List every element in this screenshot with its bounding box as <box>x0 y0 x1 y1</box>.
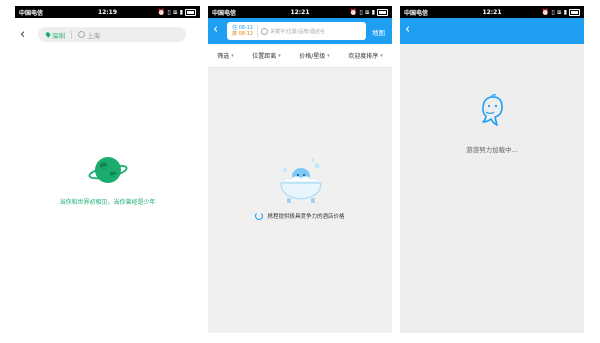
map-button[interactable]: 地图 <box>372 27 385 37</box>
screen-hotel-list: 中国电信 12:21 ⏰ ▯ ≋ ▮ ‹ 住 08-11 离 08-12 关键字… <box>208 6 392 333</box>
battery-icon <box>569 8 580 16</box>
alarm-icon: ⏰ <box>349 8 358 16</box>
filter-label: 筛选 <box>217 53 230 60</box>
vibrate-icon: ▯ <box>551 8 555 16</box>
top-bar: ‹ 深圳 上海 <box>15 25 200 45</box>
filter-screen[interactable]: 筛选 ▾ <box>217 51 234 61</box>
vibrate-icon: ▯ <box>167 8 171 16</box>
from-city[interactable]: 深圳 <box>44 30 65 40</box>
vibrate-icon: ▯ <box>359 8 363 16</box>
alarm-icon: ⏰ <box>157 8 166 16</box>
search-icon <box>78 31 85 38</box>
date-range[interactable]: 住 08-11 离 08-12 <box>232 25 254 37</box>
screen-city-picker: 中国电信 12:19 ⏰ ▯ ≋ ▮ ‹ 深圳 上海 当你和世界初相见，当你曾经… <box>15 6 200 333</box>
filter-label: 位置距离 <box>252 53 277 60</box>
back-icon[interactable]: ‹ <box>405 23 410 37</box>
divider <box>257 25 258 37</box>
from-city-label: 深圳 <box>52 31 65 40</box>
chevron-down-icon: ▾ <box>278 52 281 59</box>
planet-illustration <box>88 157 128 183</box>
wifi-icon: ≋ <box>172 8 178 16</box>
search-box[interactable]: 住 08-11 离 08-12 关键字/位置/品牌/酒店名 <box>227 22 366 40</box>
wifi-icon: ≋ <box>556 8 562 16</box>
battery-icon <box>377 8 388 16</box>
header: ‹ 住 08-11 离 08-12 关键字/位置/品牌/酒店名 地图 <box>208 18 392 44</box>
filter-label: 欢迎度排序 <box>348 53 379 60</box>
status-icons: ⏰ ▯ ≋ ▮ <box>349 8 388 16</box>
status-bar: 中国电信 12:21 ⏰ ▯ ≋ ▮ <box>208 6 392 18</box>
search-icon <box>261 27 268 35</box>
to-city-label: 上海 <box>87 31 100 40</box>
dolphin-mascot-icon <box>482 94 503 126</box>
carrier-label: 中国电信 <box>19 9 44 17</box>
chevron-down-icon: ▾ <box>327 52 330 59</box>
bathtub-mascot-illustration <box>280 158 322 203</box>
header: ‹ <box>400 18 584 44</box>
back-icon[interactable]: ‹ <box>213 23 218 37</box>
tagline: 当你和世界初相见，当你曾经是少年 <box>59 199 156 206</box>
alarm-icon: ⏰ <box>541 8 550 16</box>
signal-icon: ▮ <box>179 8 183 16</box>
screen-loading: 中国电信 12:21 ⏰ ▯ ≋ ▮ ‹ 游游努力加载中... <box>400 6 584 333</box>
filter-sort[interactable]: 欢迎度排序 ▾ <box>348 51 383 61</box>
city-selector[interactable]: 深圳 上海 <box>38 27 186 42</box>
location-pin-icon <box>44 31 52 38</box>
status-bar: 中国电信 12:19 ⏰ ▯ ≋ ▮ <box>15 6 200 18</box>
to-city[interactable]: 上海 <box>78 30 100 40</box>
signal-icon: ▮ <box>563 8 567 16</box>
carrier-label: 中国电信 <box>404 9 429 17</box>
loading-row: 携程提供极具竞争力的酒店价格 <box>208 212 392 220</box>
filter-bar: 筛选 ▾ 位置距离 ▾ 价格/星级 ▾ 欢迎度排序 ▾ <box>208 44 392 68</box>
filter-price-star[interactable]: 价格/星级 ▾ <box>299 51 330 61</box>
chevron-down-icon: ▾ <box>231 52 234 59</box>
filter-label: 价格/星级 <box>299 53 326 60</box>
loading-text: 携程提供极具竞争力的酒店价格 <box>267 214 345 220</box>
filter-distance[interactable]: 位置距离 ▾ <box>252 51 281 61</box>
signal-icon: ▮ <box>371 8 375 16</box>
status-icons: ⏰ ▯ ≋ ▮ <box>541 8 580 16</box>
carrier-label: 中国电信 <box>212 9 237 17</box>
status-bar: 中国电信 12:21 ⏰ ▯ ≋ ▮ <box>400 6 584 18</box>
status-icons: ⏰ ▯ ≋ ▮ <box>157 8 196 16</box>
chevron-down-icon: ▾ <box>380 52 383 59</box>
divider <box>71 30 72 39</box>
back-icon[interactable]: ‹ <box>20 28 25 42</box>
loading-text: 游游努力加载中... <box>466 146 518 154</box>
wifi-icon: ≋ <box>364 8 370 16</box>
spinner-icon <box>255 212 264 220</box>
battery-icon <box>185 8 196 16</box>
search-placeholder: 关键字/位置/品牌/酒店名 <box>270 28 326 35</box>
search-input[interactable]: 关键字/位置/品牌/酒店名 <box>261 27 326 35</box>
checkout-date: 离 08-12 <box>232 31 254 37</box>
